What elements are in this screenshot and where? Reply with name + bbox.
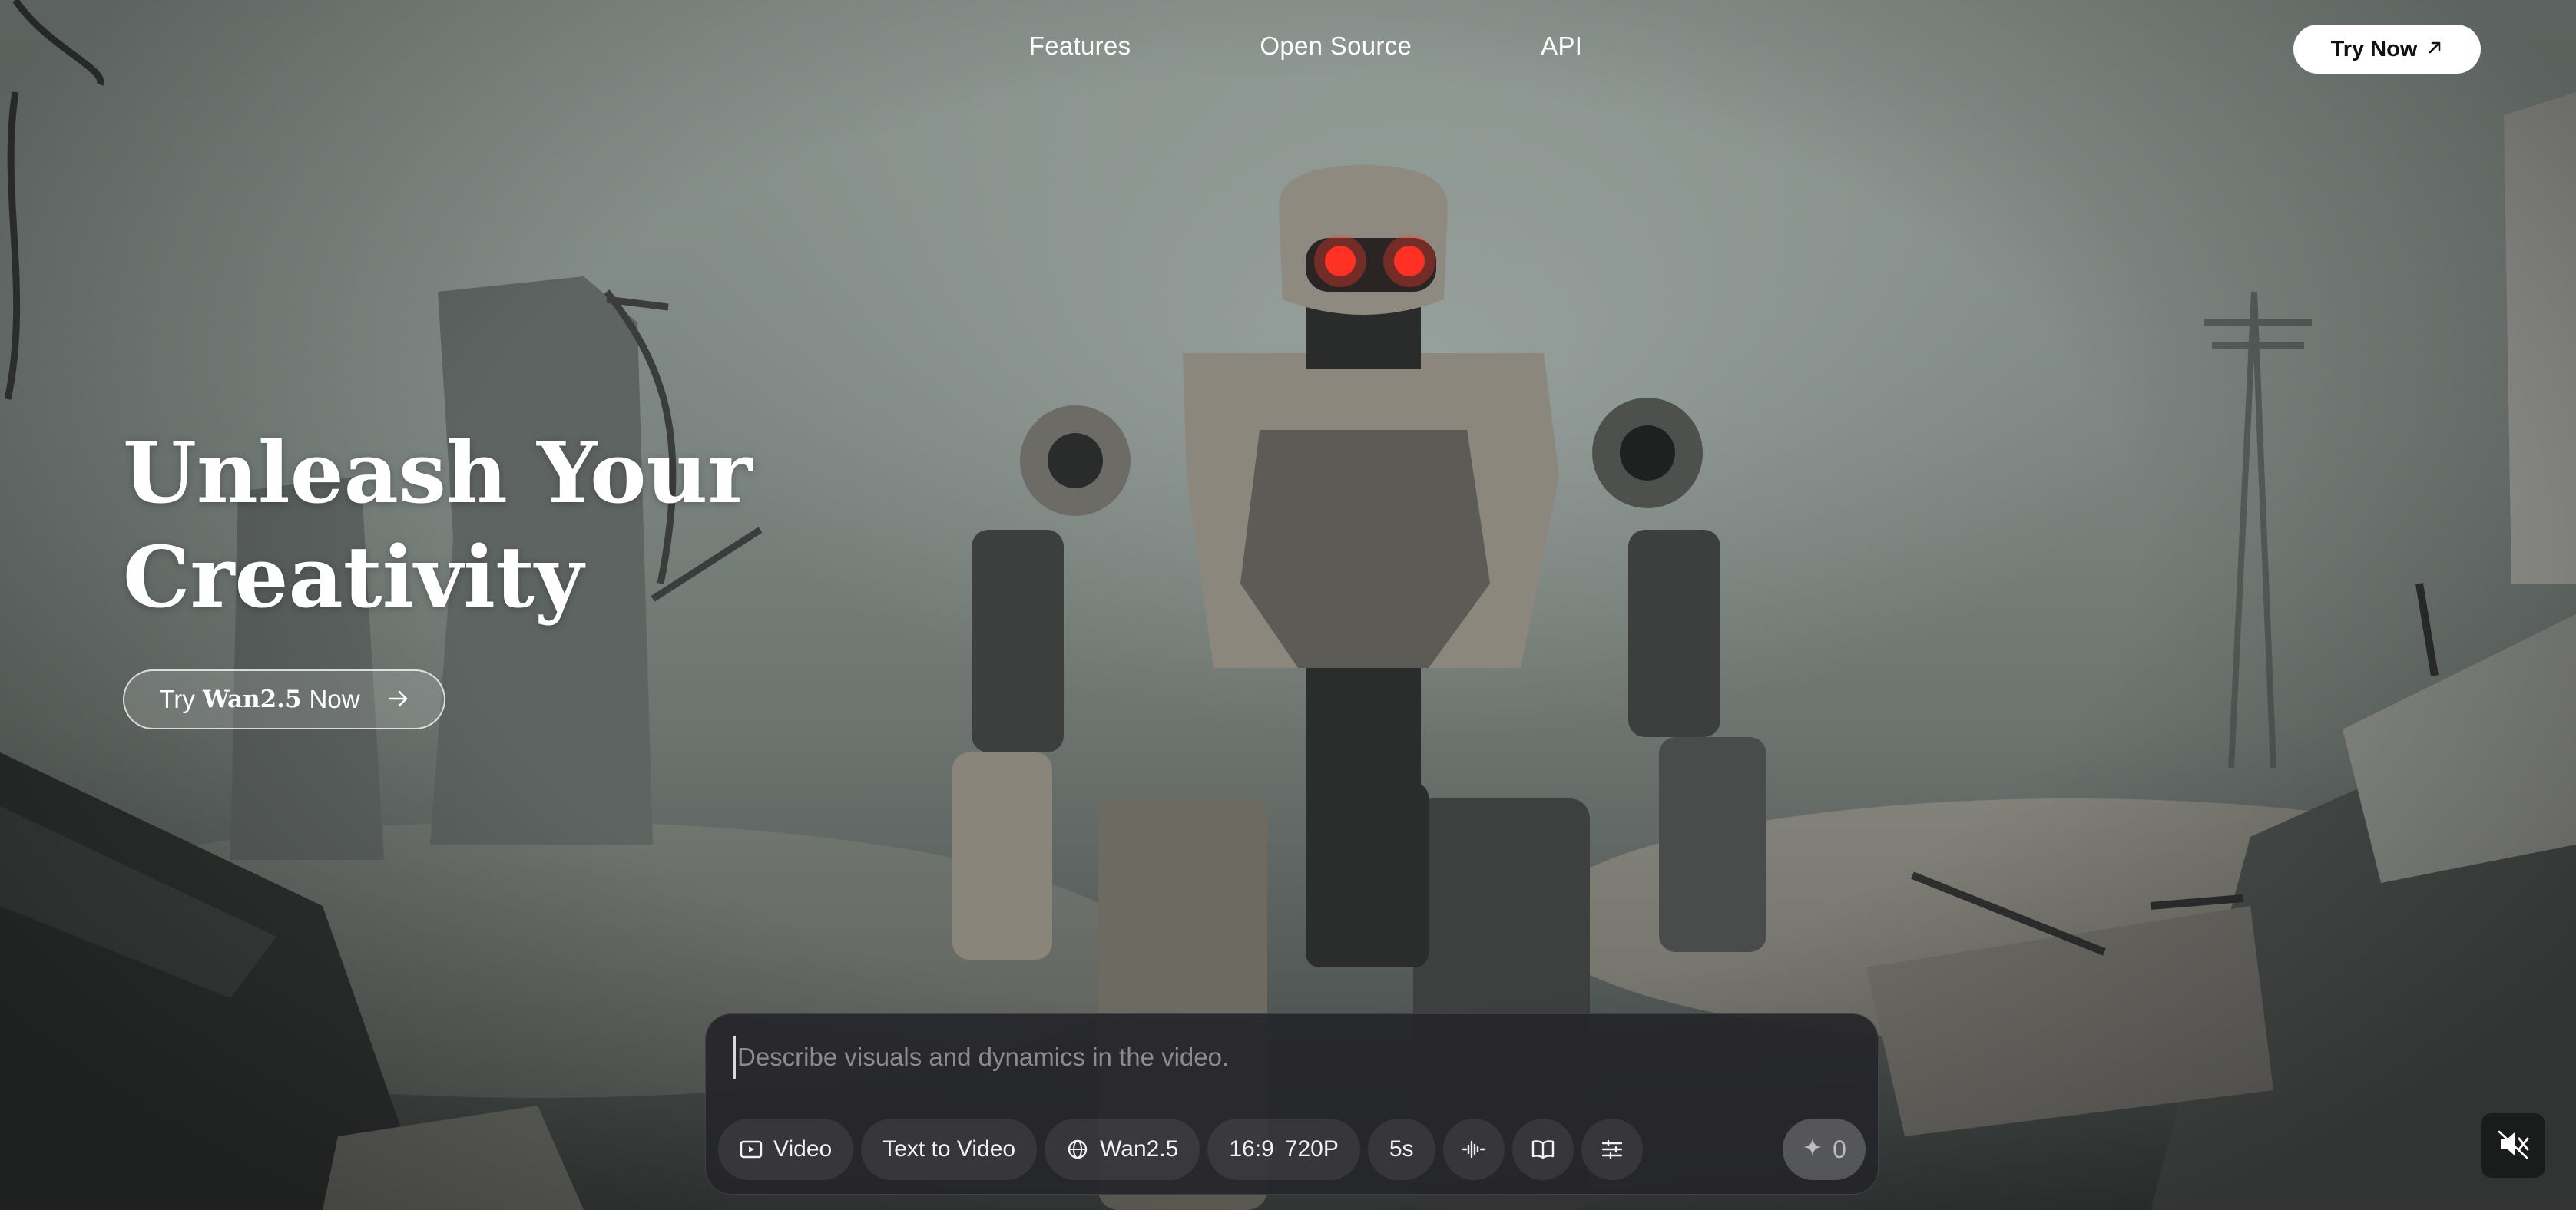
sliders-icon [1601, 1139, 1624, 1160]
book-icon [1531, 1139, 1555, 1160]
cta-suffix: Now [309, 685, 360, 713]
try-now-button[interactable]: Try Now [2293, 25, 2481, 74]
try-wan-now-button[interactable]: Try Wan2.5 Now [123, 669, 445, 729]
nav-item-features[interactable]: Features [1029, 31, 1131, 61]
globe-icon [1066, 1138, 1089, 1161]
hero-title-line-2: Creativity [123, 527, 584, 626]
mute-toggle-button[interactable] [2481, 1113, 2545, 1178]
audio-waveform-icon [1461, 1139, 1487, 1160]
cta-prefix: Try [159, 685, 195, 713]
aspect-resolution-selector[interactable]: 16:9 720P [1207, 1119, 1360, 1180]
aspect-ratio-value: 16:9 [1229, 1136, 1274, 1162]
task-label: Text to Video [882, 1136, 1016, 1162]
prompt-library-button[interactable] [1511, 1119, 1574, 1180]
resolution-value: 720P [1284, 1136, 1339, 1162]
prompt-composer: Video Text to Video Wan2.5 16:9 720P 5s [705, 1013, 1879, 1195]
model-label: Wan2.5 [1100, 1136, 1179, 1162]
video-icon [740, 1139, 763, 1159]
mode-label: Video [773, 1136, 833, 1162]
arrow-right-icon [388, 686, 409, 714]
model-selector[interactable]: Wan2.5 [1045, 1119, 1200, 1180]
composer-toolbar: Video Text to Video Wan2.5 16:9 720P 5s [718, 1119, 1867, 1180]
cta-brand: Wan2.5 [202, 686, 302, 713]
sparkle-icon [1802, 1136, 1823, 1164]
task-selector[interactable]: Text to Video [861, 1119, 1038, 1180]
top-nav: Features Open Source API [960, 23, 1651, 69]
prompt-input[interactable] [733, 1036, 1839, 1079]
generate-button[interactable]: 0 [1783, 1119, 1866, 1180]
audio-button[interactable] [1442, 1119, 1505, 1180]
credits-count: 0 [1833, 1135, 1846, 1163]
mode-selector[interactable]: Video [718, 1119, 854, 1180]
nav-item-open-source[interactable]: Open Source [1260, 31, 1412, 61]
settings-button[interactable] [1581, 1119, 1643, 1180]
try-now-label: Try Now [2330, 36, 2418, 61]
nav-item-api[interactable]: API [1541, 31, 1582, 61]
arrow-up-right-icon [2426, 39, 2443, 59]
hero-title-line-1: Unleash Your [123, 423, 753, 522]
duration-selector[interactable]: 5s [1367, 1119, 1435, 1180]
speaker-muted-icon [2496, 1129, 2530, 1163]
duration-value: 5s [1389, 1136, 1414, 1162]
hero-title: Unleash Your Creativity [123, 421, 814, 630]
